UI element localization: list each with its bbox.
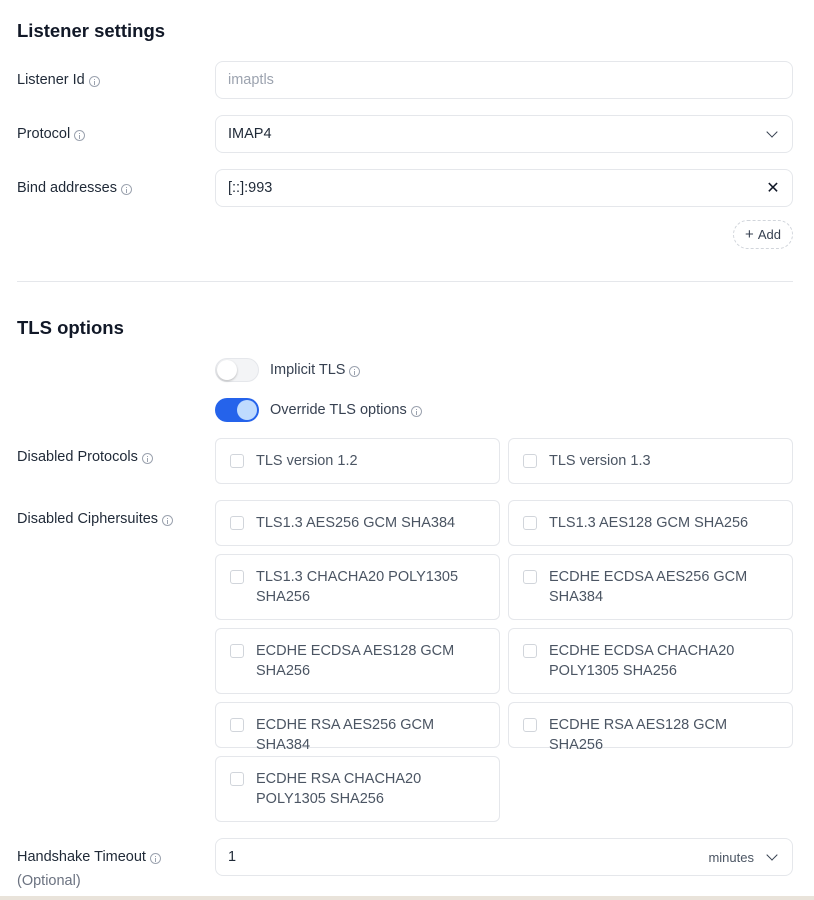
timeout-unit-select[interactable]: minutes [708,850,754,865]
info-icon[interactable] [410,405,422,417]
chevron-down-icon[interactable] [766,849,778,861]
info-icon[interactable] [349,365,361,377]
info-icon[interactable] [120,183,132,195]
close-icon[interactable]: ✕ [766,178,780,198]
info-icon[interactable] [141,452,153,464]
checkbox[interactable] [230,570,244,584]
bind-address-value: [::]:993 [228,180,273,196]
checkbox[interactable] [523,718,537,732]
listener-id-label: Listener Id [17,72,100,88]
protocol-label: Protocol [17,126,86,142]
cipher-option[interactable]: ECDHE RSA AES256 GCM SHA384 [215,702,500,753]
bind-addresses-label: Bind addresses [17,180,132,196]
override-tls-label: Override TLS options [270,402,422,418]
handshake-timeout-label: Handshake Timeout [17,849,161,865]
disabled-ciphersuites-label: Disabled Ciphersuites [17,511,174,527]
add-button-label: Add [757,227,781,242]
checkbox[interactable] [230,772,244,786]
info-icon[interactable] [74,129,86,141]
checkbox[interactable] [230,644,244,658]
cipher-option[interactable]: TLS1.3 AES256 GCM SHA384 [215,500,500,546]
plus-icon: + [745,226,754,243]
cipher-option[interactable]: TLS1.3 CHACHA20 POLY1305 SHA256 [215,554,500,620]
info-icon[interactable] [88,75,100,87]
protocol-value: IMAP4 [228,126,272,142]
override-tls-toggle[interactable] [215,398,259,422]
checkbox[interactable] [523,516,537,530]
listener-id-value: imaptls [228,72,274,88]
section-divider [17,281,793,282]
handshake-timeout-input[interactable]: 1 minutes [215,838,793,876]
implicit-tls-row: Implicit TLS [215,358,361,382]
disabled-protocols-label: Disabled Protocols [17,449,153,465]
bottom-edge [0,896,814,900]
tls-options-title: TLS options [17,317,124,338]
protocol-option-tls12[interactable]: TLS version 1.2 [215,438,500,484]
bind-address-input[interactable]: [::]:993 ✕ [215,169,793,207]
info-icon[interactable] [149,852,161,864]
cipher-option[interactable]: ECDHE RSA CHACHA20 POLY1305 SHA256 [215,756,500,822]
add-bind-address-button[interactable]: + Add [733,220,793,249]
checkbox[interactable] [523,644,537,658]
checkbox[interactable] [230,718,244,732]
checkbox[interactable] [523,454,537,468]
checkbox[interactable] [230,516,244,530]
info-icon[interactable] [162,514,174,526]
chevron-down-icon[interactable] [766,126,778,138]
cipher-option[interactable]: ECDHE ECDSA CHACHA20 POLY1305 SHA256 [508,628,793,694]
implicit-tls-label: Implicit TLS [270,362,361,378]
cipher-option[interactable]: ECDHE ECDSA AES128 GCM SHA256 [215,628,500,694]
cipher-option[interactable]: ECDHE RSA AES128 GCM SHA256 [508,702,793,753]
cipher-option[interactable]: ECDHE ECDSA AES256 GCM SHA384 [508,554,793,620]
checkbox[interactable] [523,570,537,584]
protocol-select[interactable]: IMAP4 [215,115,793,153]
handshake-timeout-value: 1 [228,849,237,865]
override-tls-row: Override TLS options [215,398,422,422]
listener-settings-title: Listener settings [17,20,166,41]
protocol-option-tls13[interactable]: TLS version 1.3 [508,438,793,484]
cipher-option[interactable]: TLS1.3 AES128 GCM SHA256 [508,500,793,546]
optional-hint: (Optional) [17,873,81,889]
checkbox[interactable] [230,454,244,468]
listener-id-field[interactable]: imaptls [215,61,793,99]
implicit-tls-toggle[interactable] [215,358,259,382]
